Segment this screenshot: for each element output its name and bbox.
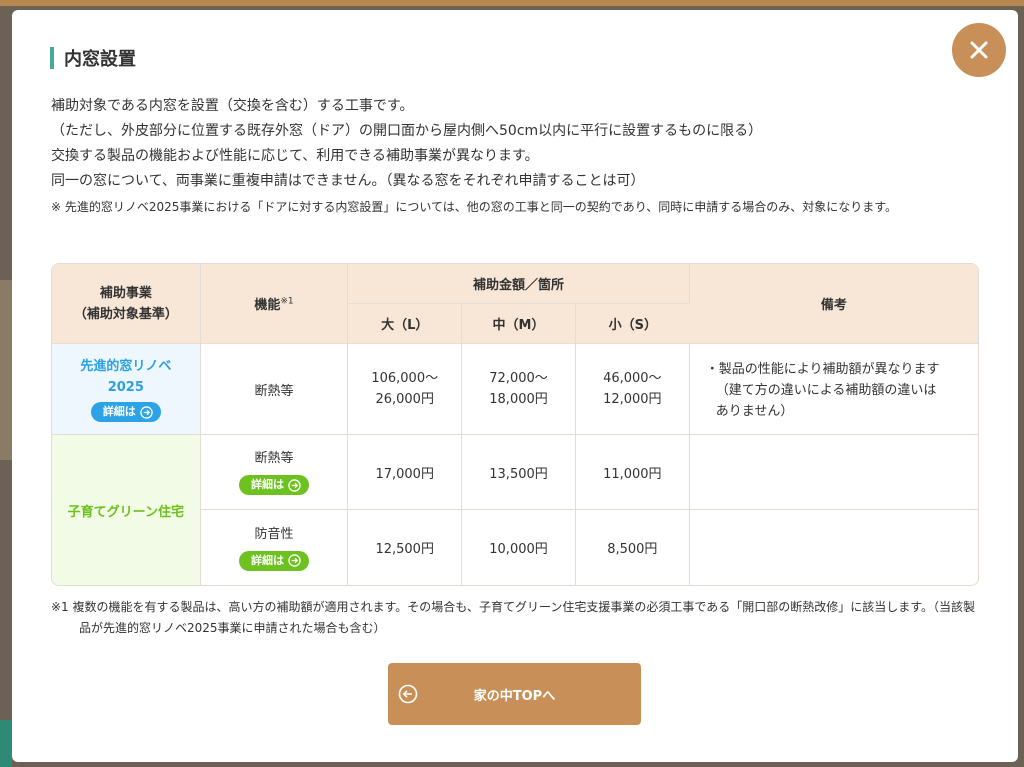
intro-line: 交換する製品の機能および性能に応じて、利用できる補助事業が異なります。 — [51, 148, 539, 164]
amount-medium-cell: 72,000〜 18,000円 — [462, 344, 576, 435]
remark-line: （建て方の違いによる補助額の違いは — [715, 383, 937, 398]
header-function-footnote-mark: ※1 — [280, 296, 294, 307]
header-program: 補助事業 （補助対象基準） — [52, 264, 201, 344]
modal-dialog: 内窓設置 補助対象である内窓を設置（交換を含む）する工事です。 （ただし、外皮部… — [12, 10, 1018, 762]
subsidy-table: 補助事業 （補助対象基準） 機能※1 補助金額／箇所 備考 大（L） 中（M） … — [51, 263, 979, 586]
remarks-cell — [690, 510, 978, 585]
header-size-medium: 中（M） — [462, 304, 576, 344]
table-row-senshin: 先進的窓リノベ 2025 詳細は 断熱等 106,000〜 26,000円 72… — [52, 344, 978, 435]
backdrop-left-strip — [0, 280, 12, 460]
title-accent-bar — [50, 47, 54, 69]
intro-line: 同一の窓について、両事業に重複申請はできません。（異なる窓をそれぞれ申請すること… — [51, 173, 645, 189]
modal-title-row: 内窓設置 — [50, 46, 136, 70]
header-program-label: 補助事業 — [99, 285, 152, 301]
amount-line: 46,000〜 — [603, 371, 662, 386]
program-senshin-year: 2025 — [107, 380, 144, 395]
amount-large-cell: 17,000円 — [348, 435, 463, 510]
amount-line: 106,000〜 — [371, 371, 439, 386]
remarks-cell: ・製品の性能により補助額が異なります （建て方の違いによる補助額の違いは ありま… — [689, 344, 978, 435]
detail-button-senshin[interactable]: 詳細は — [90, 402, 161, 422]
back-to-top-button[interactable]: 家の中TOPへ — [388, 663, 641, 725]
intro-text: 補助対象である内窓を設置（交換を含む）する工事です。 （ただし、外皮部分に位置す… — [51, 94, 981, 217]
modal-title: 内窓設置 — [64, 49, 136, 70]
program-senshin: 先進的窓リノベ 2025 詳細は — [52, 344, 201, 435]
intro-line: 補助対象である内窓を設置（交換を含む）する工事です。 — [51, 98, 414, 114]
header-amount: 補助金額／箇所 — [348, 264, 690, 304]
intro-line: （ただし、外皮部分に位置する既存外窓（ドア）の開口面から屋内側へ50cm以内に平… — [51, 123, 763, 139]
header-program-sub: （補助対象基準） — [73, 306, 178, 322]
function-cell: 防音性 詳細は — [201, 510, 349, 585]
remark-line: ・製品の性能により補助額が異なります — [705, 362, 940, 377]
intro-note: ※ 先進的窓リノベ2025事業における「ドアに対する内窓設置」については、他の窓… — [51, 200, 898, 214]
detail-button-label: 詳細は — [102, 405, 136, 418]
program-kosodate: 子育てグリーン住宅 — [52, 435, 201, 585]
backdrop-top-strip — [0, 0, 1024, 6]
close-button[interactable] — [952, 23, 1006, 77]
arrow-left-circle-icon — [398, 684, 418, 704]
amount-large-cell: 106,000〜 26,000円 — [348, 344, 463, 435]
function-label: 断熱等 — [254, 451, 294, 466]
amount-line: 12,000円 — [603, 392, 662, 407]
detail-button-label: 詳細は — [250, 478, 284, 491]
amount-small-cell: 11,000円 — [575, 435, 690, 510]
amount-large-cell: 12,500円 — [348, 510, 463, 585]
arrow-right-circle-icon — [288, 554, 301, 567]
header-size-large: 大（L） — [348, 304, 463, 344]
function-cell: 断熱等 詳細は — [200, 435, 349, 510]
function-label: 防音性 — [254, 526, 294, 542]
detail-button-label: 詳細は — [250, 553, 284, 567]
remark-line: ありません） — [715, 404, 794, 419]
amount-line: 26,000円 — [375, 392, 434, 407]
detail-button-kosodate-insulation[interactable]: 詳細は — [238, 475, 309, 495]
header-size-small: 小（S） — [575, 304, 690, 344]
remarks-cell — [689, 435, 978, 510]
amount-medium-cell: 13,500円 — [462, 435, 576, 510]
close-icon — [970, 41, 988, 59]
arrow-right-circle-icon — [140, 405, 153, 419]
program-senshin-name: 先進的窓リノベ — [80, 359, 172, 374]
backdrop-bottom-strip — [0, 720, 12, 767]
detail-button-kosodate-soundproof[interactable]: 詳細は — [238, 550, 309, 571]
table-footnote: ※1 複数の機能を有する製品は、高い方の補助額が適用されます。その場合も、子育て… — [51, 600, 976, 635]
amount-line: 18,000円 — [489, 392, 548, 407]
back-to-top-label: 家の中TOPへ — [473, 688, 556, 704]
amount-line: 72,000〜 — [489, 371, 548, 386]
amount-small-cell: 46,000〜 12,000円 — [575, 344, 690, 435]
amount-medium-cell: 10,000円 — [462, 510, 576, 585]
header-remarks: 備考 — [689, 264, 978, 344]
header-function: 機能※1 — [200, 264, 349, 344]
arrow-right-circle-icon — [288, 478, 301, 492]
table-row-kosodate-insulation: 子育てグリーン住宅 断熱等 詳細は 17,000円 13,500円 11,000… — [52, 435, 978, 585]
header-function-label: 機能 — [254, 298, 281, 313]
amount-small-cell: 8,500円 — [576, 510, 690, 585]
function-cell: 断熱等 — [200, 344, 349, 435]
